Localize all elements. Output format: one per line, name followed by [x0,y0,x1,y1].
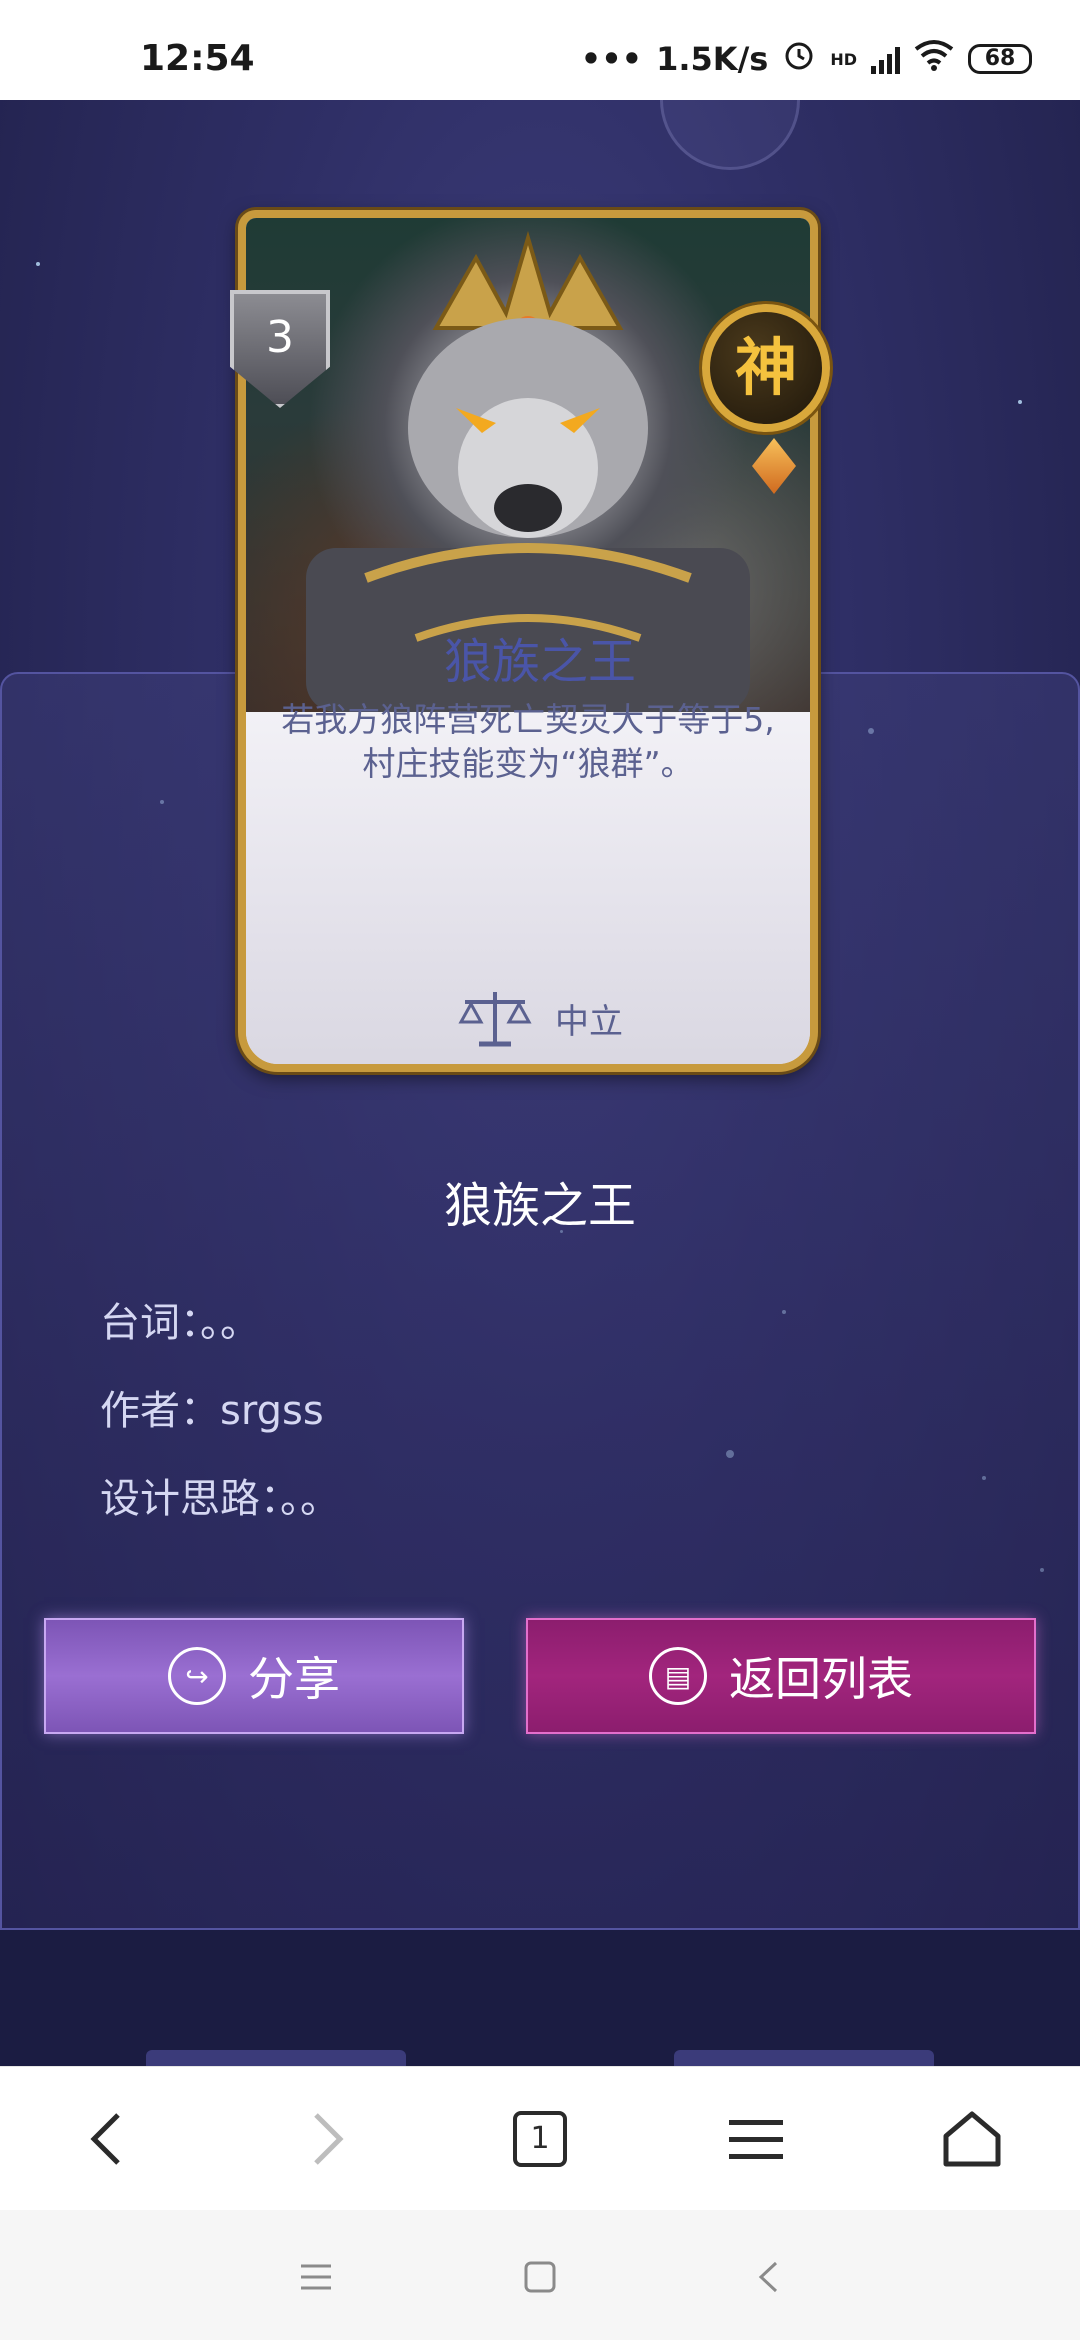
share-icon: ↪ [168,1647,226,1705]
page-footer-area [0,1930,1080,2066]
share-button-label: 分享 [248,1652,340,1706]
alarm-icon [782,38,816,80]
author-row: 作者：srgss [100,1378,324,1436]
network-type: HD [830,49,857,69]
menu-icon[interactable] [716,2103,796,2175]
share-button[interactable]: ↪ 分享 [44,1618,464,1734]
balance-scale-icon [458,992,532,1047]
faction-label: 中立 [555,1001,623,1042]
card-list-icon: ▤ [649,1647,707,1705]
battery-icon: 68 [968,44,1032,74]
info-title: 狼族之王 [443,1178,636,1234]
lines-value: 。。 [200,1300,260,1346]
system-navigation-bar [0,2210,1080,2340]
design-idea-value: 。。 [280,1476,340,1522]
browser-toolbar: 1 [0,2066,1080,2210]
card-faction: 中立 [0,986,1080,1050]
card-name: 狼族之王 [443,634,636,690]
tabs-icon[interactable]: 1 [500,2103,580,2175]
footer-tab-left[interactable] [146,2050,406,2066]
back-to-list-button[interactable]: ▤ 返回列表 [526,1618,1036,1734]
home-icon[interactable] [932,2103,1012,2175]
back-to-list-label: 返回列表 [729,1652,913,1706]
author-value: srgss [220,1388,324,1434]
network-speed: 1.5K/s [656,40,769,78]
rank-badge: 神 [702,304,830,432]
recent-apps-icon[interactable] [286,2252,346,2302]
top-emblem [660,100,800,170]
author-label: 作者： [100,1388,220,1434]
design-idea-label: 设计思路： [100,1476,280,1522]
footer-tab-right[interactable] [674,2050,934,2066]
card-description: 若我方狼阵营死亡契灵大于等于5,村庄技能变为“狼群”。 [281,700,775,783]
tab-count: 1 [513,2111,567,2167]
back-arrow-icon[interactable] [66,2103,146,2175]
system-back-icon[interactable] [738,2252,798,2302]
lines-label: 台词： [100,1300,200,1346]
lines-row: 台词：。。 [100,1290,260,1348]
status-icons: ••• 1.5K/s HD 68 [581,38,1032,80]
status-time: 12:54 [140,38,255,79]
signal-icon [871,44,900,74]
card-detail-page: 狼族之王 若我方狼阵营死亡契灵大于等于5,村庄技能变为“狼群”。 中立 3 神 … [0,100,1080,2066]
design-idea-row: 设计思路：。。 [100,1466,340,1524]
status-bar: 12:54 ••• 1.5K/s HD 68 [0,0,1080,100]
forward-arrow-icon[interactable] [288,2103,368,2175]
wifi-icon [914,39,954,79]
home-square-icon[interactable] [510,2252,570,2302]
more-dots-icon: ••• [580,40,643,78]
